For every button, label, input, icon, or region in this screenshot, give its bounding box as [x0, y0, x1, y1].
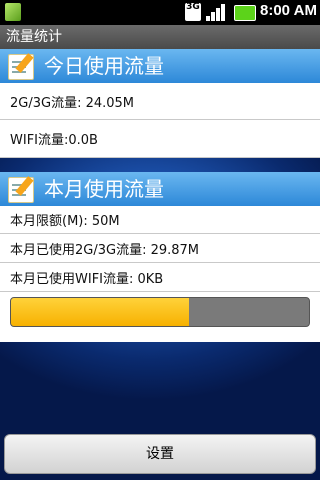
- month-section-header: 本月使用流量: [0, 172, 320, 206]
- battery-icon: [234, 5, 256, 21]
- month-used-wifi-text: 本月已使用WIFI流量: 0KB: [10, 271, 164, 287]
- today-wifi-traffic-text: WIFI流量:0.0B: [10, 133, 98, 148]
- status-clock: 8:00 AM: [260, 2, 317, 19]
- today-mobile-traffic-row: 2G/3G流量: 24.05M: [0, 83, 320, 120]
- status-bar: 3G 8:00 AM: [0, 0, 320, 25]
- today-panel: 2G/3G流量: 24.05M WIFI流量:0.0B: [0, 83, 320, 158]
- today-section-title: 今日使用流量: [44, 54, 164, 78]
- month-used-mobile-row: 本月已使用2G/3G流量: 29.87M: [0, 234, 320, 263]
- signal-strength-icon: [206, 3, 228, 21]
- month-used-wifi-row: 本月已使用WIFI流量: 0KB: [0, 263, 320, 292]
- app-notification-icon: [5, 3, 21, 21]
- monthly-usage-progress-bar: [10, 297, 310, 327]
- settings-button-label: 设置: [146, 446, 174, 462]
- today-section-header: 今日使用流量: [0, 49, 320, 83]
- monthly-usage-progress-fill: [11, 298, 189, 326]
- edit-notepad-icon: [8, 177, 34, 203]
- app-title: 流量统计: [6, 29, 62, 45]
- edit-notepad-icon: [8, 54, 34, 80]
- today-mobile-traffic-text: 2G/3G流量: 24.05M: [10, 95, 135, 111]
- month-section-title: 本月使用流量: [44, 177, 164, 201]
- month-limit-row: 本月限额(M): 50M: [0, 206, 320, 234]
- settings-button[interactable]: 设置: [4, 434, 316, 474]
- app-title-bar: 流量统计: [0, 25, 320, 49]
- network-type-icon: 3G: [185, 3, 201, 21]
- month-used-mobile-text: 本月已使用2G/3G流量: 29.87M: [10, 242, 200, 258]
- month-limit-text: 本月限额(M): 50M: [10, 214, 120, 229]
- today-wifi-traffic-row: WIFI流量:0.0B: [0, 120, 320, 158]
